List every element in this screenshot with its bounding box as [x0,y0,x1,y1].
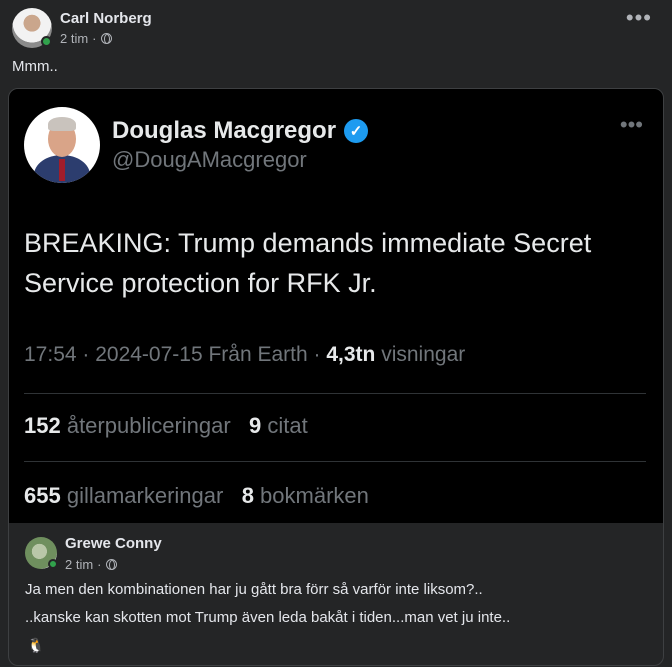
tweet-author-name: Douglas Macgregor ✓ [112,117,369,145]
online-status-dot [41,36,52,47]
tweet-author-avatar [24,107,100,183]
online-status-dot [48,559,58,569]
tweet-body: BREAKING: Trump demands immediate Secret… [24,228,592,298]
tweet-reposts-stats: 152 återpubliceringar 9 citat [24,413,308,438]
tweet-author-handle: @DougAMacgregor [112,147,307,172]
comment-text-line-1: Ja men den kombinationen har ju gått bra… [25,581,483,598]
shared-screenshot-card[interactable]: Douglas Macgregor ✓ @DougAMacgregor ••• … [8,88,664,666]
post-header: Carl Norberg 2 tim · [12,8,152,48]
divider [24,461,646,462]
post-meta: 2 tim · [60,31,152,46]
commenter-name[interactable]: Grewe Conny [65,535,162,552]
tweet-screenshot: Douglas Macgregor ✓ @DougAMacgregor ••• … [9,89,663,523]
comment-text-line-2: ..kanske kan skotten mot Trump även leda… [25,609,511,626]
verified-badge-icon: ✓ [344,119,369,143]
comment-timestamp[interactable]: 2 tim [65,557,93,572]
post-timestamp[interactable]: 2 tim [60,31,88,46]
penguin-emoji: 🐧 [27,637,45,653]
comment-header: Grewe Conny 2 tim · [25,535,162,572]
tweet-meta: 17:54 · 2024-07-15 Från Earth · 4,3tn vi… [24,343,466,366]
more-options-icon[interactable]: ••• [626,7,652,29]
divider [24,393,646,394]
globe-icon[interactable] [100,33,112,44]
tweet-more-icon: ••• [619,112,643,137]
author-avatar[interactable] [12,8,52,48]
tweet-author-name-text: Douglas Macgregor [112,117,337,144]
tweet-views-count: 4,3tn [326,343,376,366]
post-author-name[interactable]: Carl Norberg [60,10,152,27]
meta-separator: · [92,31,97,46]
commenter-avatar[interactable] [25,537,58,569]
globe-icon[interactable] [105,559,117,570]
tweet-likes-stats: 655 gillamarkeringar 8 bokmärken [24,483,369,508]
post-text: Mmm.. [12,58,58,75]
comment-meta: 2 tim · [65,557,117,572]
